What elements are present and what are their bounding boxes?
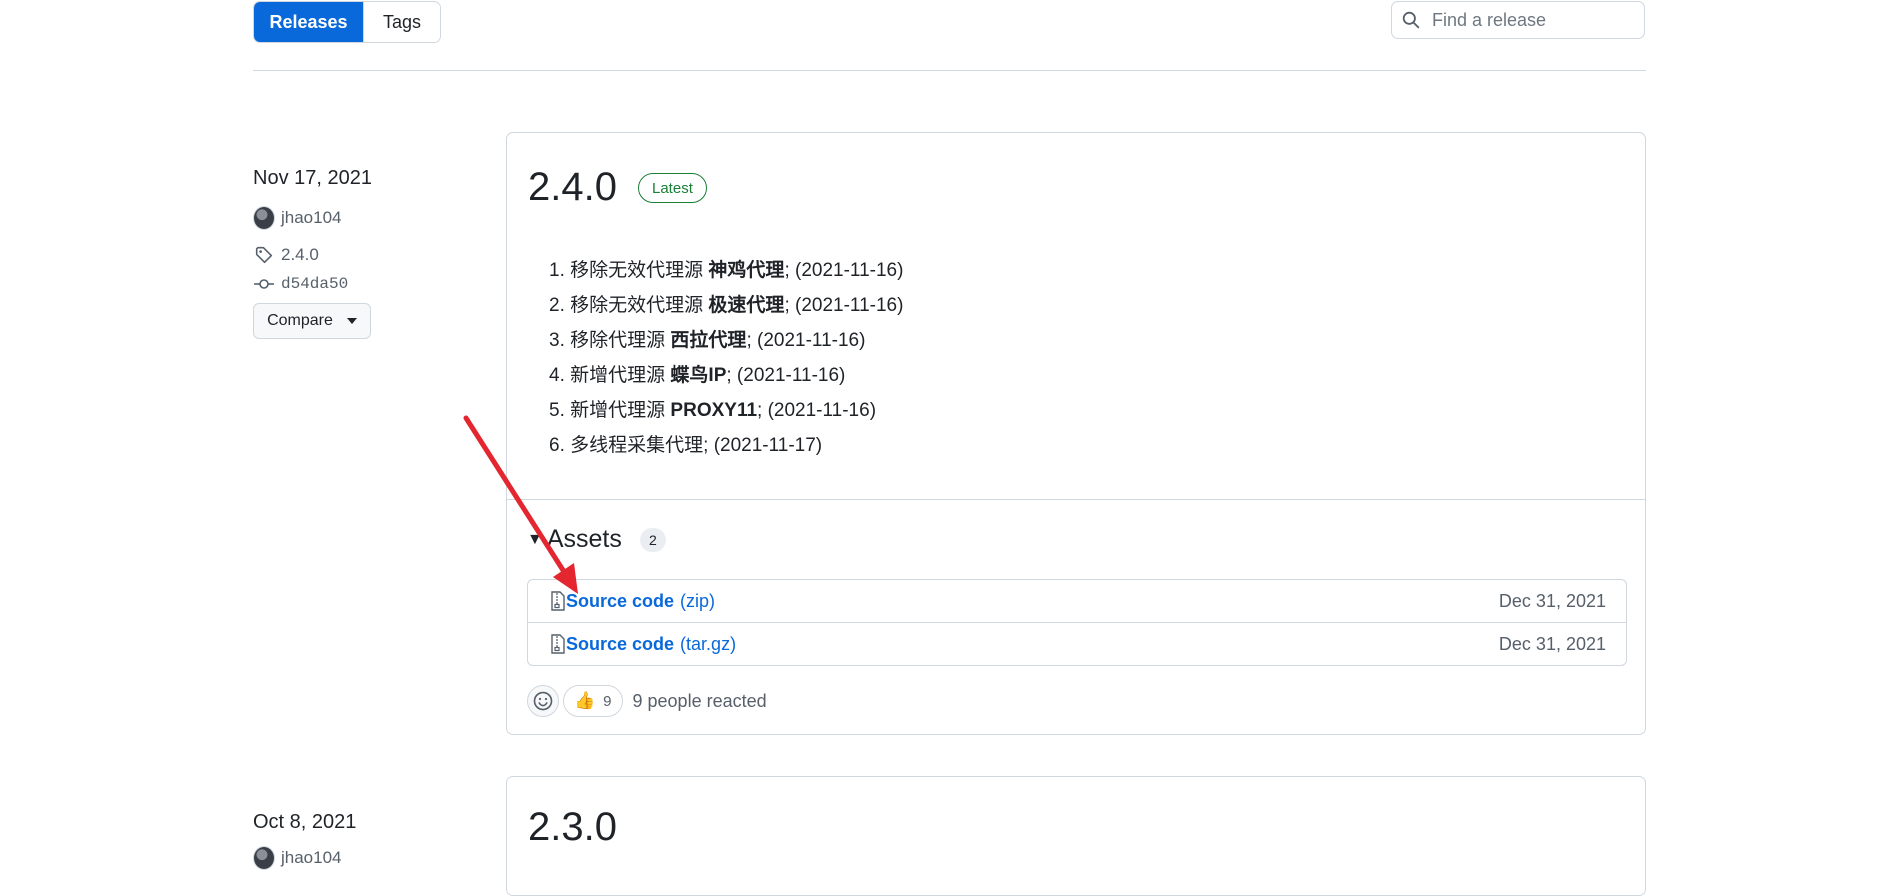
release-tag[interactable]: 2.4.0 — [253, 244, 319, 266]
thumbs-up-reaction[interactable]: 👍 9 — [563, 685, 623, 717]
release-date: Oct 8, 2021 — [253, 811, 357, 833]
triangle-down-icon: ▼ — [527, 530, 543, 548]
asset-link-zip[interactable]: Source code — [566, 591, 674, 612]
assets-title: Assets — [546, 525, 622, 553]
note-item: 6. 多线程采集代理; (2021-11-17) — [549, 435, 823, 456]
asset-row: Source code (zip) Dec 31, 2021 — [528, 580, 1626, 622]
tag-name[interactable]: 2.4.0 — [281, 245, 319, 265]
search-input[interactable] — [1430, 8, 1624, 32]
release-date: Nov 17, 2021 — [253, 167, 372, 189]
author-name[interactable]: jhao104 — [281, 848, 342, 868]
find-release-search[interactable] — [1391, 1, 1645, 39]
card-divider — [507, 499, 1645, 500]
release-commit[interactable]: d54da50 — [253, 273, 348, 295]
release-notes: 1. 移除无效代理源 神鸡代理; (2021-11-16) 2. 移除无效代理源… — [549, 253, 903, 463]
toolbar-divider — [253, 70, 1646, 71]
assets-count-badge: 2 — [639, 527, 666, 552]
tag-icon — [253, 244, 275, 266]
reaction-count: 9 — [603, 692, 612, 710]
release-author[interactable]: jhao104 — [253, 206, 342, 230]
compare-label: Compare — [267, 312, 333, 329]
chevron-down-icon — [346, 318, 357, 324]
assets-list: Source code (zip) Dec 31, 2021 Source co… — [527, 579, 1627, 666]
tags-tab[interactable]: Tags — [363, 2, 440, 42]
asset-row: Source code (tar.gz) Dec 31, 2021 — [528, 622, 1626, 665]
commit-icon — [253, 273, 275, 295]
note-item: 3. 移除代理源 西拉代理; (2021-11-16) — [549, 330, 866, 351]
file-zip-icon — [550, 591, 566, 611]
compare-button[interactable]: Compare — [253, 303, 371, 339]
reactions-bar: 👍 9 9 people reacted — [527, 685, 767, 717]
asset-link-targz[interactable]: Source code — [566, 634, 674, 655]
add-reaction-button[interactable] — [527, 685, 559, 717]
asset-ext[interactable]: (tar.gz) — [680, 634, 736, 655]
commit-hash[interactable]: d54da50 — [281, 275, 348, 293]
release-title[interactable]: 2.3.0 — [528, 805, 617, 850]
asset-date: Dec 31, 2021 — [1498, 590, 1606, 611]
note-item: 5. 新增代理源 PROXY11; (2021-11-16) — [549, 400, 877, 421]
note-item: 4. 新增代理源 蝶鸟IP; (2021-11-16) — [549, 365, 846, 386]
latest-badge: Latest — [638, 173, 707, 203]
asset-ext[interactable]: (zip) — [680, 591, 715, 612]
file-zip-icon — [550, 634, 566, 654]
thumbs-up-icon: 👍 — [574, 691, 596, 710]
release-card: 2.4.0 Latest 1. 移除无效代理源 神鸡代理; (2021-11-1… — [506, 132, 1646, 735]
asset-date: Dec 31, 2021 — [1498, 633, 1606, 654]
smiley-icon — [533, 691, 553, 711]
release-author[interactable]: jhao104 — [253, 846, 342, 870]
author-name[interactable]: jhao104 — [281, 208, 342, 228]
note-item: 1. 移除无效代理源 神鸡代理; (2021-11-16) — [549, 260, 904, 281]
reaction-summary: 9 people reacted — [632, 690, 767, 711]
assets-toggle[interactable]: ▼ Assets 2 — [527, 525, 666, 554]
avatar[interactable] — [253, 206, 275, 230]
releases-tab[interactable]: Releases — [254, 2, 363, 42]
releases-tags-toggle: Releases Tags — [253, 1, 441, 43]
avatar[interactable] — [253, 846, 275, 870]
release-title[interactable]: 2.4.0 — [528, 165, 617, 210]
release-card: 2.3.0 — [506, 776, 1646, 896]
note-item: 2. 移除无效代理源 极速代理; (2021-11-16) — [549, 295, 904, 316]
search-icon — [1402, 11, 1420, 29]
